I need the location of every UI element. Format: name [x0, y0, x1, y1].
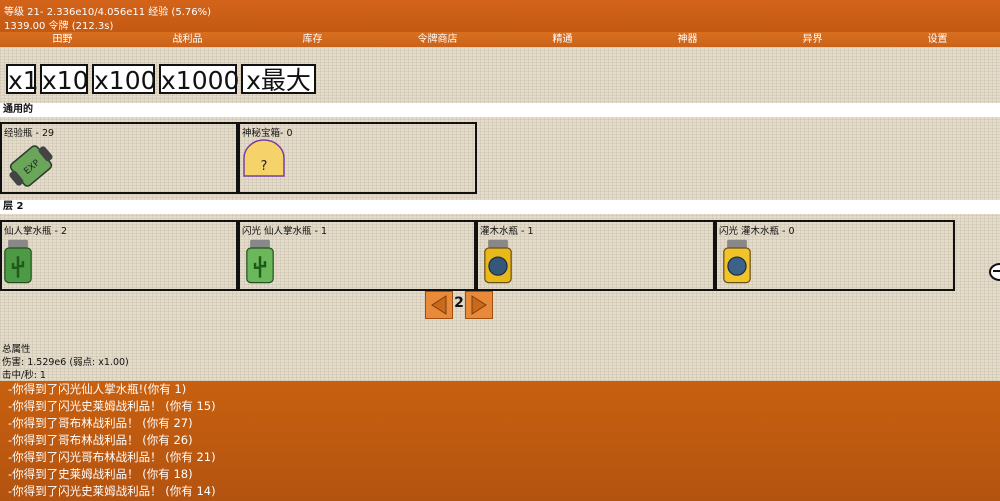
- item-slot-cactus-jar[interactable]: 仙人掌水瓶 - 2: [0, 220, 238, 291]
- damage-stat: 伤害: 1.529e6 (弱点: x1.00): [2, 357, 129, 368]
- next-page-button[interactable]: [465, 291, 493, 319]
- log-entry: -你得到了闪光史莱姆战利品！ (你有 15): [8, 399, 216, 413]
- main-nav: 田野 战利品 库存 令牌商店 精通 神器 异界 设置: [0, 32, 1000, 47]
- x1-button[interactable]: x1: [6, 64, 39, 95]
- page-number: 2: [454, 295, 464, 311]
- tab-settings[interactable]: 设置: [875, 32, 1000, 47]
- xmax-button[interactable]: x最大: [241, 64, 316, 95]
- mystery-box-icon: ?: [243, 139, 285, 177]
- section-general-title: 通用的: [0, 103, 1000, 117]
- item-label: 闪光 仙人掌水瓶 - 1: [242, 226, 328, 237]
- level-exp-text: 等级 21- 2.336e10/4.056e11 经验 (5.76%): [4, 7, 211, 18]
- tokens-text: 1339.00 令牌 (212.3s): [4, 21, 114, 32]
- svg-text:?: ?: [261, 159, 268, 174]
- exp-bottle-icon: EXP: [9, 145, 53, 187]
- item-slot-shiny-cactus-jar[interactable]: 闪光 仙人掌水瓶 - 1: [238, 220, 476, 291]
- loot-log: -你得到了闪光仙人掌水瓶!(你有 1) -你得到了闪光史莱姆战利品！ (你有 1…: [0, 381, 1000, 501]
- x100-button[interactable]: x100: [92, 64, 157, 95]
- bush-jar-icon: [484, 239, 512, 284]
- item-label: 闪光 灌木水瓶 - 0: [719, 226, 795, 237]
- log-entry: -你得到了闪光仙人掌水瓶!(你有 1): [8, 382, 187, 396]
- item-label: 灌木水瓶 - 1: [480, 226, 534, 237]
- tab-mastery[interactable]: 精通: [500, 32, 625, 47]
- arrow-left-icon: [431, 295, 447, 315]
- item-label: 神秘宝箱- 0: [242, 128, 293, 139]
- tab-otherworld[interactable]: 异界: [750, 32, 875, 47]
- x1000-button[interactable]: x1000: [159, 64, 239, 95]
- cactus-jar-icon: [4, 239, 32, 284]
- log-entry: -你得到了史莱姆战利品！ (你有 18): [8, 467, 193, 481]
- prev-page-button[interactable]: [425, 291, 453, 319]
- tab-inventory[interactable]: 库存: [250, 32, 375, 47]
- tab-field[interactable]: 田野: [0, 32, 125, 47]
- shiny-bush-jar-icon: [723, 239, 751, 284]
- side-panel-icon[interactable]: [986, 262, 1000, 282]
- log-entry: -你得到了闪光史莱姆战利品！ (你有 14): [8, 484, 216, 498]
- status-bar: 等级 21- 2.336e10/4.056e11 经验 (5.76%) 1339…: [0, 0, 1000, 32]
- log-entry: -你得到了哥布林战利品！ (你有 27): [8, 416, 193, 430]
- x10-button[interactable]: x10: [40, 64, 89, 95]
- item-slot-mystery-box[interactable]: 神秘宝箱- 0 ?: [238, 122, 477, 194]
- page-pager: 2: [425, 291, 493, 319]
- item-slot-shiny-bush-jar[interactable]: 闪光 灌木水瓶 - 0: [715, 220, 955, 291]
- arrow-right-icon: [471, 295, 487, 315]
- shiny-cactus-jar-icon: [246, 239, 274, 284]
- tab-loot[interactable]: 战利品: [125, 32, 250, 47]
- log-entry: -你得到了闪光哥布林战利品！ (你有 21): [8, 450, 216, 464]
- item-slot-bush-jar[interactable]: 灌木水瓶 - 1: [476, 220, 715, 291]
- item-slot-exp[interactable]: 经验瓶 - 29 EXP: [0, 122, 238, 194]
- tab-token-shop[interactable]: 令牌商店: [375, 32, 500, 47]
- total-stats: 总属性 伤害: 1.529e6 (弱点: x1.00) 击中/秒: 1: [2, 343, 129, 382]
- item-label: 经验瓶 - 29: [4, 128, 55, 139]
- item-label: 仙人掌水瓶 - 2: [4, 226, 68, 237]
- stats-title: 总属性: [2, 344, 31, 355]
- section-layer-title: 层 2: [0, 200, 1000, 214]
- tab-artifacts[interactable]: 神器: [625, 32, 750, 47]
- log-entry: -你得到了哥布林战利品！ (你有 26): [8, 433, 193, 447]
